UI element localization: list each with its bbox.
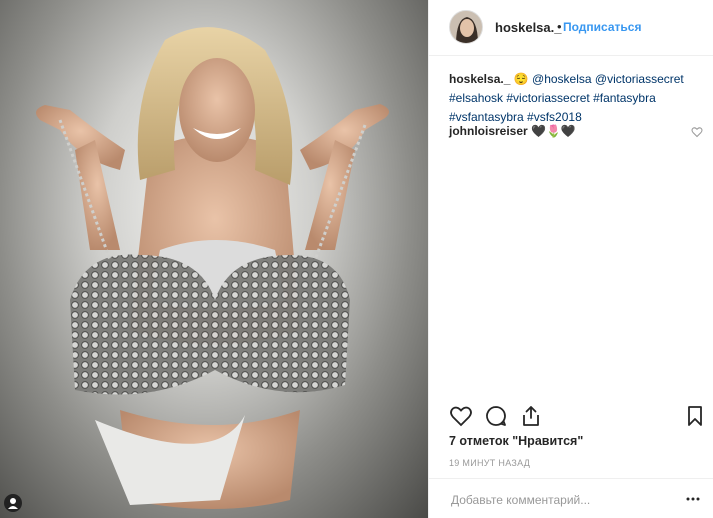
person-badge-icon[interactable] — [4, 494, 22, 512]
photo-illustration — [36, 27, 389, 509]
caption-hashtags-1[interactable]: #elsahosk #victoriassecret #fantasybra — [449, 91, 656, 105]
instagram-post: hoskelsa._ • Подписаться hoskelsa._ 😌 @h… — [0, 0, 713, 518]
likes-count[interactable]: 7 отметок "Нравится" — [449, 434, 583, 448]
caption-block: hoskelsa._ 😌 @hoskelsa @victoriassecret … — [449, 70, 709, 127]
post-timestamp[interactable]: 19 МИНУТ НАЗАД — [449, 458, 530, 468]
avatar-image — [450, 11, 482, 43]
share-icon[interactable] — [519, 404, 543, 428]
add-comment-bar — [429, 478, 713, 518]
comment-item: johnloisreiser 🖤🌷🖤 — [449, 124, 699, 138]
follow-button[interactable]: Подписаться — [563, 20, 641, 34]
comment-text: 🖤🌷🖤 — [531, 124, 576, 138]
comment-input[interactable] — [449, 489, 673, 511]
comment-username[interactable]: johnloisreiser — [449, 124, 528, 138]
separator-dot: • — [557, 19, 562, 34]
model-figure — [36, 27, 389, 509]
bookmark-icon[interactable] — [683, 404, 707, 428]
speech-bubble-icon[interactable] — [484, 404, 508, 428]
header-username[interactable]: hoskelsa._ — [495, 20, 562, 35]
caption-username[interactable]: hoskelsa._ — [449, 72, 510, 86]
post-sidebar: hoskelsa._ • Подписаться hoskelsa._ 😌 @h… — [428, 0, 713, 518]
post-photo[interactable] — [0, 0, 428, 518]
caption-mentions[interactable]: @hoskelsa @victoriassecret — [532, 72, 684, 86]
heart-outline-icon[interactable] — [449, 404, 473, 428]
post-header: hoskelsa._ • Подписаться — [429, 0, 713, 56]
avatar[interactable] — [449, 10, 483, 44]
caption-emoji: 😌 — [513, 72, 529, 86]
more-dots-icon[interactable] — [685, 491, 701, 507]
action-bar — [429, 400, 713, 434]
comment-like-heart-icon[interactable] — [691, 126, 703, 138]
caption-hashtags-2[interactable]: #vsfantasybra #vsfs2018 — [449, 110, 582, 124]
